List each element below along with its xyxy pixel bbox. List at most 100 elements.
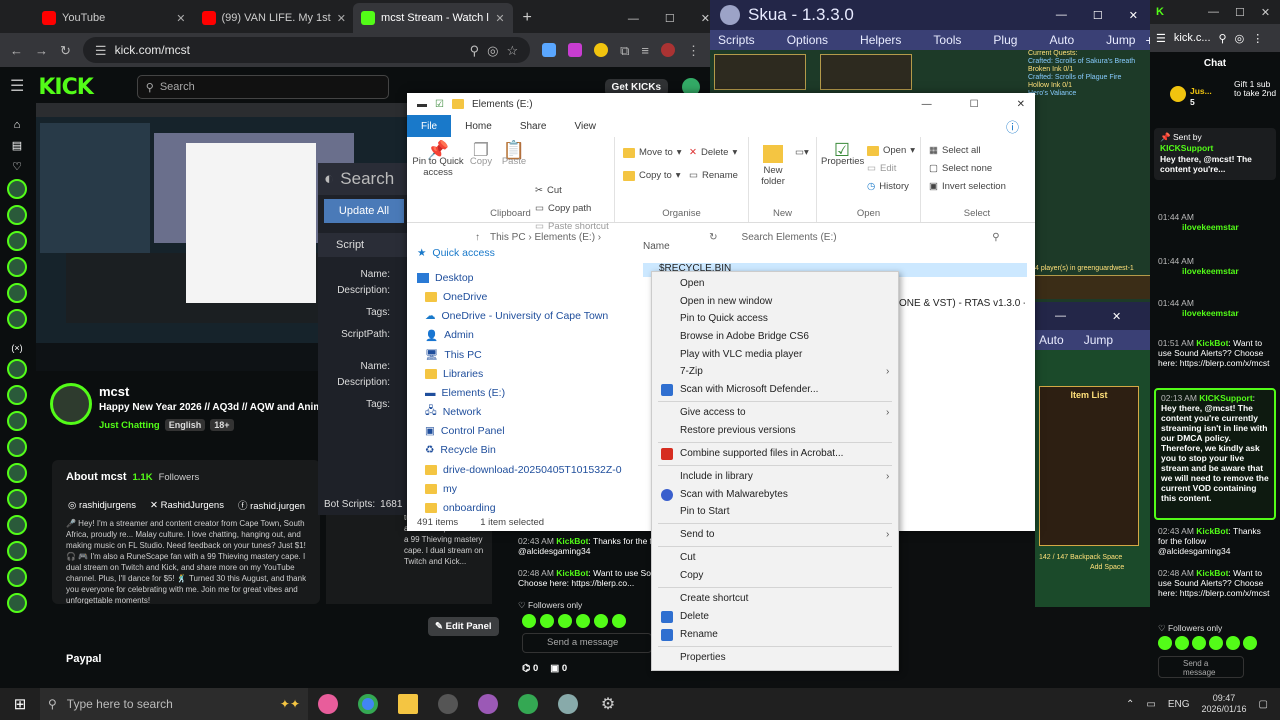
move-to-button[interactable]: Move to ▾ xyxy=(623,147,682,158)
menu-icon[interactable]: ⋮ xyxy=(687,44,700,57)
language-indicator[interactable]: ENG xyxy=(1168,699,1190,710)
emote-icon[interactable] xyxy=(558,614,572,628)
copy-to-button[interactable]: Copy to ▾ xyxy=(623,170,681,181)
channel-avatar[interactable] xyxy=(7,231,27,251)
channel-avatar[interactable] xyxy=(7,437,27,457)
start-button[interactable]: ⊞ xyxy=(0,688,40,720)
channel-avatar[interactable] xyxy=(7,385,27,405)
emote-icon[interactable] xyxy=(1175,636,1189,650)
menu-delete[interactable]: Delete xyxy=(680,611,709,622)
pin-quick-access-button[interactable]: 📌 Pin to Quick access xyxy=(411,141,465,178)
heart-icon[interactable]: ♡ xyxy=(0,160,34,173)
channel-avatar[interactable] xyxy=(7,205,27,225)
menu-options[interactable]: Options xyxy=(787,33,828,47)
column-name-header[interactable]: Name xyxy=(643,241,670,252)
address-bar[interactable]: ☰ kick.com/mcst ⚲ ◎ ☆ xyxy=(82,37,531,63)
channel-avatar[interactable] xyxy=(7,309,27,329)
site-info-icon[interactable]: ☰ xyxy=(95,44,107,57)
close-tab-icon[interactable]: ✕ xyxy=(337,12,346,25)
select-none-button[interactable]: ▢ Select none xyxy=(929,163,992,174)
nav-onboarding[interactable]: onboarding xyxy=(417,498,622,517)
notifications-icon[interactable]: ▢ xyxy=(1259,699,1268,710)
menu-create-shortcut[interactable]: Create shortcut xyxy=(680,593,748,604)
refresh-icon[interactable]: ↻ xyxy=(709,232,717,243)
gift-icon[interactable]: ▣ 0 xyxy=(550,663,567,674)
channel-avatar[interactable] xyxy=(7,541,27,561)
zoom-icon[interactable]: ⚲ xyxy=(1219,32,1227,45)
new-item-icon[interactable]: ▭▾ xyxy=(795,147,809,158)
emote-icon[interactable] xyxy=(1158,636,1172,650)
menu-rename[interactable]: Rename xyxy=(680,629,718,640)
menu-acrobat[interactable]: Combine supported files in Acrobat... xyxy=(680,448,843,459)
paste-button[interactable]: 📋 Paste xyxy=(499,141,529,167)
extension-icon[interactable] xyxy=(542,43,557,57)
menu-cut[interactable]: Cut xyxy=(680,552,696,563)
close-button[interactable]: ✕ xyxy=(1017,99,1025,110)
emote-icon[interactable] xyxy=(1209,636,1223,650)
emote-icon[interactable] xyxy=(576,614,590,628)
extension-icon[interactable] xyxy=(594,43,609,57)
emote-icon[interactable] xyxy=(540,614,554,628)
instagram-link[interactable]: ◎ rashidjurgens xyxy=(68,500,136,511)
tab-share[interactable]: Share xyxy=(506,121,561,132)
kick-logo[interactable]: KICK xyxy=(38,75,93,100)
close-button[interactable]: ✕ xyxy=(1261,6,1270,19)
rename-button[interactable]: ▭ Rename xyxy=(689,170,738,181)
taskbar-app[interactable]: ⚙ xyxy=(588,688,628,720)
invert-selection-button[interactable]: ▣ Invert selection xyxy=(929,181,1006,192)
emote-icon[interactable] xyxy=(522,614,536,628)
tab-home[interactable]: Home xyxy=(451,121,506,132)
menu-helpers[interactable]: Helpers xyxy=(860,33,901,47)
nav-libraries[interactable]: Libraries xyxy=(417,364,622,383)
delete-button[interactable]: ✕ Delete ▾ xyxy=(689,147,737,158)
taskbar-app[interactable] xyxy=(308,688,348,720)
network-icon[interactable]: ▭ xyxy=(1146,699,1155,710)
minimize-button[interactable]: — xyxy=(922,99,932,110)
send-message-input[interactable]: Send a message xyxy=(522,633,652,653)
menu-properties[interactable]: Properties xyxy=(680,652,726,663)
menu-send-to[interactable]: Send to xyxy=(680,529,892,540)
menu-tools[interactable]: Tools xyxy=(933,33,961,47)
maximize-button[interactable]: ☐ xyxy=(1093,9,1103,22)
tab-file[interactable]: File xyxy=(407,115,452,137)
menu-malwarebytes[interactable]: Scan with Malwarebytes xyxy=(680,489,788,500)
taskbar-app[interactable] xyxy=(508,688,548,720)
channel-avatar[interactable] xyxy=(7,283,27,303)
emote-icon[interactable] xyxy=(612,614,626,628)
popout-url[interactable]: kick.c... xyxy=(1174,32,1211,44)
new-folder-button[interactable]: New folder xyxy=(755,145,791,187)
menu-give-access[interactable]: Give access to xyxy=(680,407,888,418)
history-button[interactable]: ◷ History xyxy=(867,181,909,192)
menu-open-new-window[interactable]: Open in new window xyxy=(680,296,772,307)
copy-button[interactable]: ❐ Copy xyxy=(467,141,495,167)
breadcrumb[interactable]: This PC › Elements (E:) › xyxy=(490,232,601,243)
chevron-up-icon[interactable]: ⌃ xyxy=(1126,699,1134,710)
site-info-icon[interactable]: ☰ xyxy=(1156,32,1166,45)
streamer-avatar[interactable] xyxy=(50,383,92,425)
nav-admin[interactable]: 👤 Admin xyxy=(417,326,622,345)
clock[interactable]: 09:47 2026/01/16 xyxy=(1202,693,1247,715)
home-icon[interactable]: ⌂ xyxy=(0,119,34,131)
maximize-button[interactable]: ☐ xyxy=(665,12,675,25)
tab-view[interactable]: View xyxy=(561,121,611,132)
menu-jump-2[interactable]: Jump xyxy=(1084,333,1113,347)
menu-auto-2[interactable]: Auto xyxy=(1039,333,1064,347)
eye-off-icon[interactable]: ◎ xyxy=(487,44,498,57)
menu-icon[interactable]: ⋮ xyxy=(1252,32,1263,45)
kick-search-input[interactable]: ⚲ Search xyxy=(136,75,389,99)
emote-icon[interactable] xyxy=(1243,636,1257,650)
nav-this-pc[interactable]: 🖥 This PC xyxy=(417,345,622,364)
nav-elements[interactable]: ▬ Elements (E:) xyxy=(417,383,622,402)
edit-panel-button[interactable]: ✎ Edit Panel xyxy=(428,617,499,636)
channel-name[interactable]: mcst xyxy=(99,384,129,399)
zoom-icon[interactable]: ⚲ xyxy=(470,44,480,57)
emote-icon[interactable] xyxy=(1226,636,1240,650)
menu-pin-quick-access[interactable]: Pin to Quick access xyxy=(680,313,768,324)
emote-icon[interactable] xyxy=(594,614,608,628)
nav-drive-download[interactable]: drive-download-20250405T101532Z-00 xyxy=(417,460,622,479)
channel-avatar[interactable] xyxy=(7,411,27,431)
menu-plug[interactable]: Plug xyxy=(993,33,1017,47)
menu-scripts[interactable]: Scripts xyxy=(718,33,755,47)
nav-my[interactable]: my xyxy=(417,479,622,498)
channel-avatar[interactable] xyxy=(7,489,27,509)
